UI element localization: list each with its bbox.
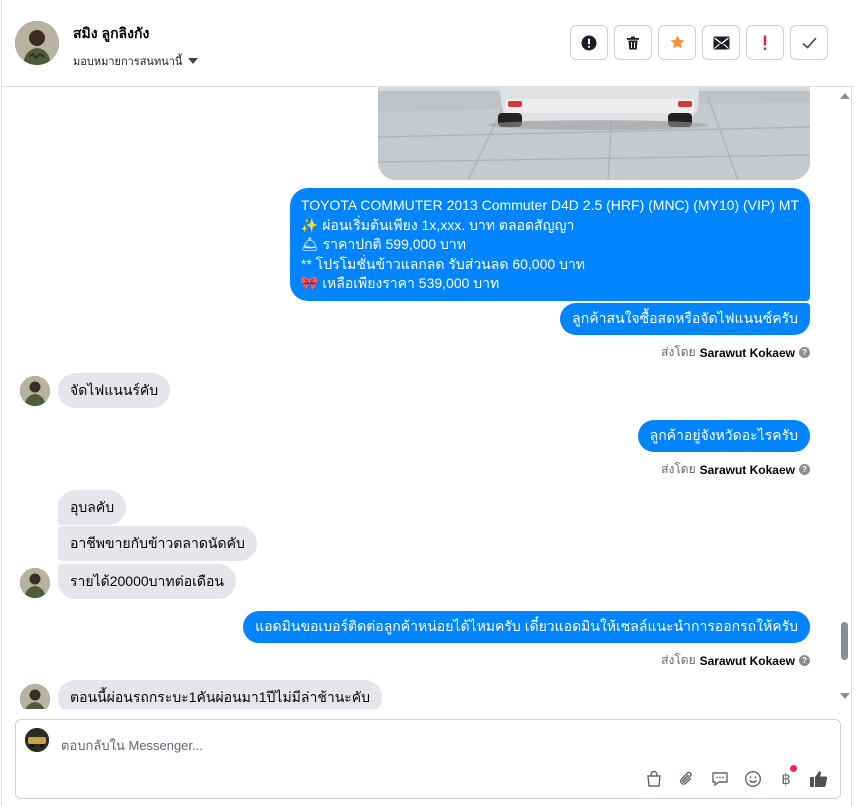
attach-button[interactable] <box>676 768 698 790</box>
follow-up-button[interactable] <box>746 25 784 60</box>
assign-conversation-dropdown[interactable]: มอบหมายการสนทนานี้ <box>73 52 199 70</box>
star-button[interactable] <box>658 25 696 60</box>
notification-dot <box>790 765 797 772</box>
saved-replies-button[interactable] <box>709 768 731 790</box>
smile-icon <box>744 770 762 788</box>
sent-by-prefix: ส่งโดย <box>661 345 696 359</box>
incoming-message-bubble[interactable]: อุบลคับ <box>58 490 127 525</box>
thumbs-up-icon <box>810 771 828 787</box>
sent-by-agent[interactable]: Sarawut Kokaew <box>700 654 795 668</box>
offer-line-normal-price: 🛎 ราคาปกติ 599,000 บาท <box>300 236 466 252</box>
star-icon <box>670 35 684 49</box>
sent-by-prefix: ส่งโดย <box>661 653 696 667</box>
contact-name[interactable]: สมิง ลูกลิงกัง <box>73 23 149 45</box>
incoming-message-bubble[interactable]: จัดไฟแนนร์คับ <box>58 373 171 408</box>
sent-by-agent[interactable]: Sarawut Kokaew <box>700 463 795 477</box>
mark-done-button[interactable] <box>790 25 828 60</box>
alert-circle-icon <box>581 35 597 50</box>
payment-button[interactable]: ฿ <box>775 765 797 790</box>
sent-by-label: ส่งโดย Sarawut Kokaew ? <box>661 343 810 362</box>
mark-unread-button[interactable] <box>702 25 740 60</box>
page-avatar <box>25 728 49 752</box>
incoming-message-bubble[interactable]: รายได้20000บาทต่อเดือน <box>58 564 236 599</box>
scroll-down-arrow-icon[interactable] <box>840 693 850 699</box>
chat-bubble-icon <box>712 772 728 787</box>
baht-icon: ฿ <box>781 770 791 788</box>
envelope-icon <box>713 36 729 49</box>
offer-line-installment: ✨ ผ่อนเริ่มต้นเพียง 1x,xxx. บาท ตลอดสัญญ… <box>300 216 575 233</box>
outgoing-message-bubble[interactable]: ลูกค้าสนใจซื้อสดหรือจัดไฟแนนซ์ครับ <box>560 303 810 335</box>
contact-avatar-small[interactable] <box>20 376 50 406</box>
exclamation-icon <box>763 35 767 50</box>
check-icon <box>801 36 817 49</box>
offer-line-model: TOYOTA COMMUTER 2013 Commuter D4D 2.5 (H… <box>300 197 799 213</box>
scrollbar-thumb[interactable] <box>841 622 848 660</box>
offer-line-final-price: 🎀 เหลือเพียงราคา 539,000 บาท <box>300 275 500 291</box>
vehicle-photo[interactable] <box>378 87 810 180</box>
outgoing-message-bubble[interactable]: แอดมินขอเบอร์ติดต่อลูกค้าหน่อยได้ไหมครับ… <box>243 611 810 643</box>
sent-by-label: ส่งโดย Sarawut Kokaew ? <box>661 460 810 479</box>
delete-button[interactable] <box>614 25 652 60</box>
conversation-panel: สมิง ลูกลิงกัง มอบหมายการสนทนานี้ TOYOTA… <box>1 0 853 806</box>
emoji-button[interactable] <box>742 768 764 790</box>
help-icon[interactable]: ? <box>799 347 810 358</box>
like-button[interactable] <box>808 768 830 790</box>
reply-composer[interactable]: ตอบกลับใน Messenger... ฿ <box>15 719 841 799</box>
caret-down-icon <box>188 58 199 64</box>
reply-input[interactable]: ตอบกลับใน Messenger... <box>61 735 203 756</box>
message-scrollbar[interactable] <box>838 87 852 709</box>
report-spam-button[interactable] <box>570 25 608 60</box>
offer-message-bubble[interactable]: TOYOTA COMMUTER 2013 Commuter D4D 2.5 (H… <box>289 188 810 301</box>
assign-label: มอบหมายการสนทนานี้ <box>73 56 183 68</box>
shop-button[interactable] <box>643 768 665 790</box>
conversation-header: สมิง ลูกลิงกัง มอบหมายการสนทนานี้ <box>2 0 853 87</box>
composer-toolbar: ฿ <box>643 765 830 790</box>
paperclip-icon <box>680 771 692 785</box>
help-icon[interactable]: ? <box>799 655 810 666</box>
sent-by-agent[interactable]: Sarawut Kokaew <box>700 346 795 360</box>
offer-line-promotion: ** โปรโมชั่นข้าวแลกลด รับส่วนลด 60,000 บ… <box>300 255 586 272</box>
incoming-message-bubble[interactable]: อาชีพขายกับข้าวตลาดนัดคับ <box>58 526 257 561</box>
scroll-up-arrow-icon[interactable] <box>840 93 850 99</box>
outgoing-message-bubble[interactable]: ลูกค้าอยู่จังหวัดอะไรครับ <box>637 420 810 452</box>
message-thread: TOYOTA COMMUTER 2013 Commuter D4D 2.5 (H… <box>2 87 853 709</box>
sent-by-label: ส่งโดย Sarawut Kokaew ? <box>661 651 810 670</box>
shopping-bag-icon <box>647 770 661 787</box>
contact-avatar-small[interactable] <box>20 568 50 598</box>
sent-by-prefix: ส่งโดย <box>661 462 696 476</box>
conversation-actions <box>570 25 828 60</box>
help-icon[interactable]: ? <box>799 464 810 475</box>
contact-avatar-small[interactable] <box>20 684 50 709</box>
trash-icon <box>627 36 639 49</box>
contact-avatar[interactable] <box>15 21 59 65</box>
incoming-message-bubble[interactable]: ตอนนี้ผ่อนรถกระบะ1คันผ่อนมา1ปีไม่มีล่าช้… <box>58 680 383 709</box>
